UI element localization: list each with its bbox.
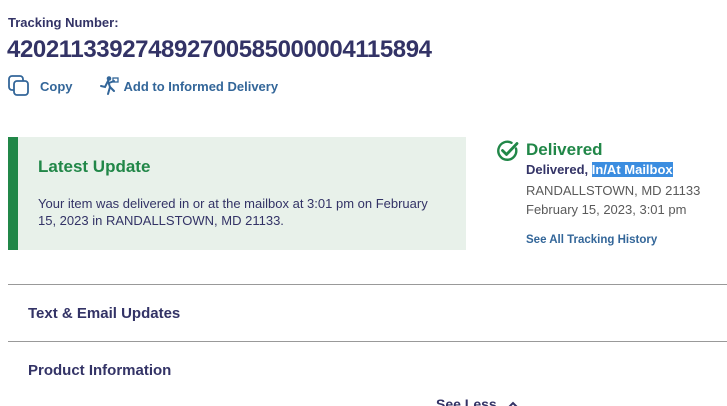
status-detail-prefix: Delivered, [526, 162, 592, 177]
text-email-updates-toggle[interactable]: Text & Email Updates [28, 305, 180, 322]
tracking-number-label: Tracking Number: [8, 15, 119, 30]
copy-label: Copy [40, 78, 73, 94]
divider [8, 284, 727, 285]
tracking-number: 420211339274892700585000004115894 [7, 36, 432, 63]
status-detail-highlight: In/At Mailbox [591, 162, 673, 177]
see-all-tracking-history-link[interactable]: See All Tracking History [526, 234, 657, 246]
latest-update-panel: Latest Update Your item was delivered in… [8, 137, 466, 250]
status-datetime: February 15, 2023, 3:01 pm [526, 202, 687, 217]
status-detail: Delivered, In/At Mailbox [526, 162, 673, 177]
chevron-up-icon [507, 396, 519, 406]
informed-delivery-icon [97, 75, 119, 97]
see-less-button[interactable]: See Less [436, 396, 519, 406]
tracking-page: Tracking Number: 42021133927489270058500… [0, 0, 727, 406]
tracking-actions: Copy Add to Informed Delivery [8, 75, 278, 97]
latest-update-text: Your item was delivered in or at the mai… [38, 196, 428, 228]
informed-delivery-label: Add to Informed Delivery [123, 78, 279, 94]
status-title: Delivered [526, 140, 603, 159]
product-information-toggle[interactable]: Product Information [28, 362, 171, 379]
copy-icon [8, 75, 30, 97]
see-less-label: See Less [436, 396, 497, 406]
add-to-informed-delivery-button[interactable]: Add to Informed Delivery [97, 75, 279, 97]
status-location: RANDALLSTOWN, MD 21133 [526, 183, 701, 198]
copy-button[interactable]: Copy [8, 75, 73, 97]
divider [8, 341, 727, 342]
check-circle-icon [496, 139, 520, 163]
latest-update-title: Latest Update [38, 157, 151, 176]
